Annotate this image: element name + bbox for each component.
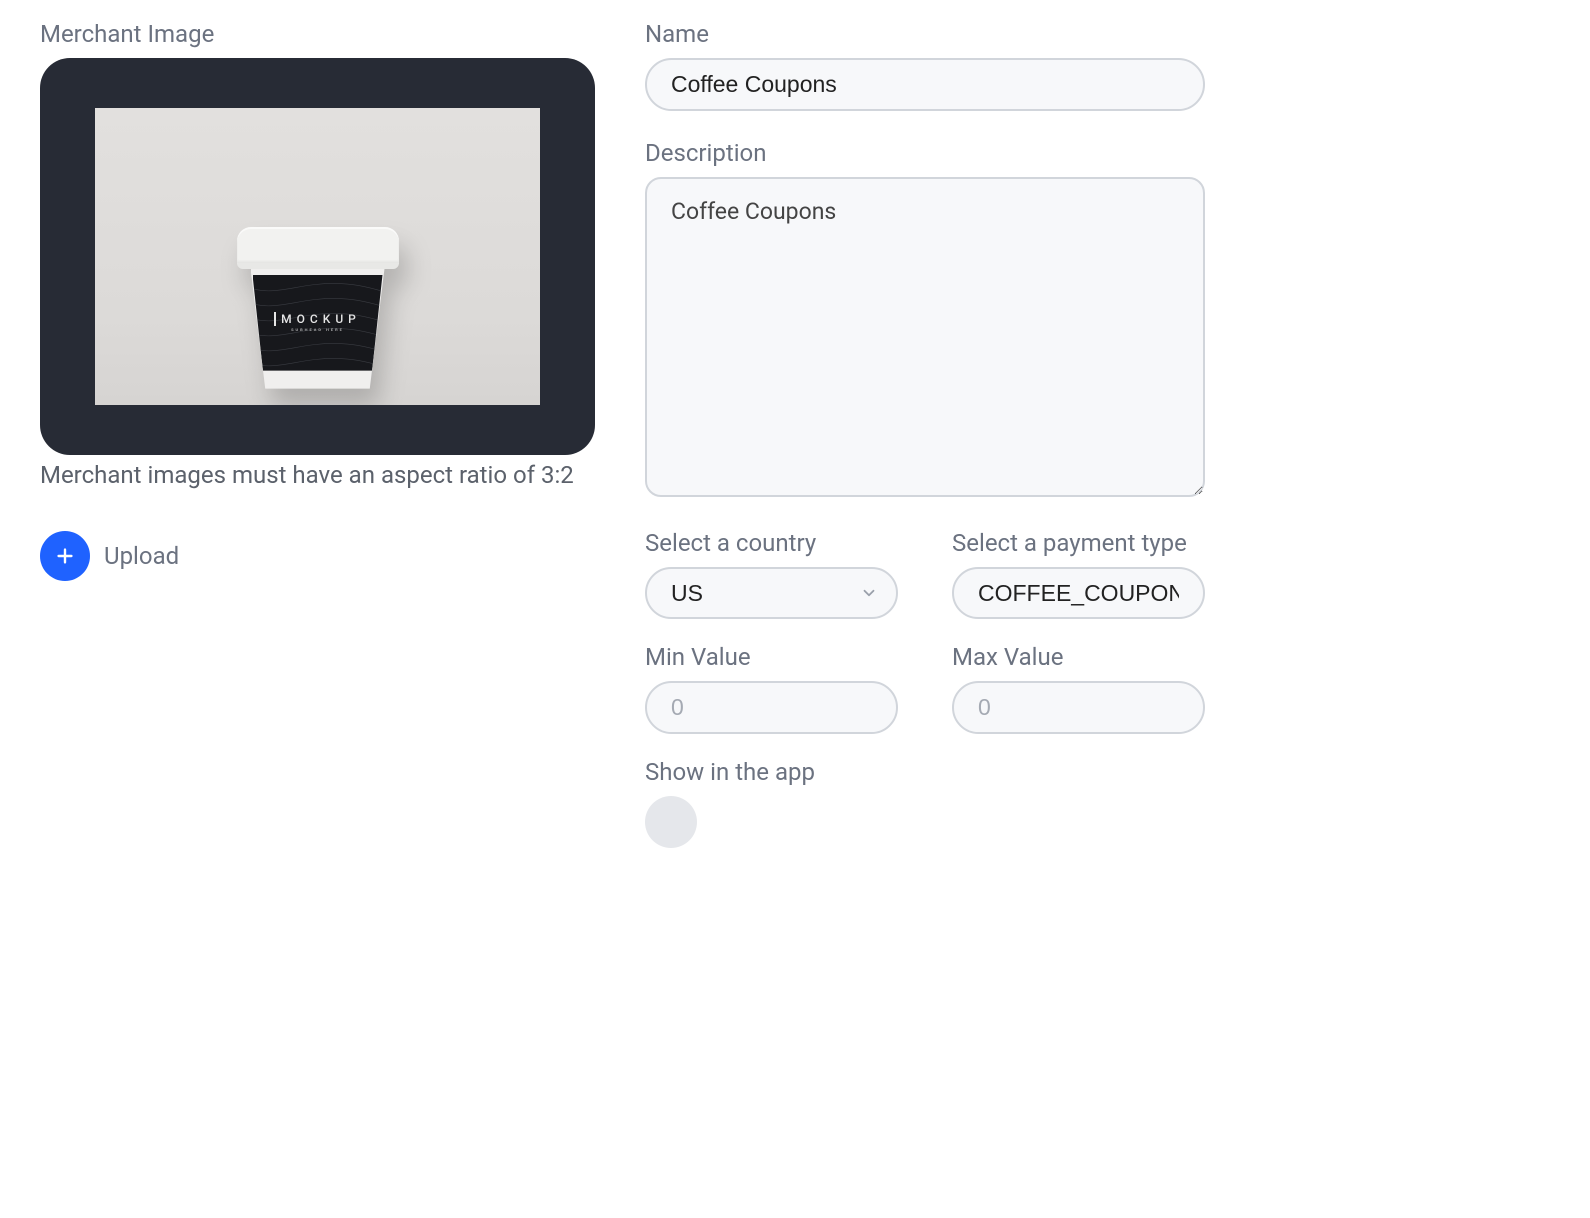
- mockup-text: MOCKUP: [274, 312, 361, 326]
- min-value-label: Min Value: [645, 643, 898, 671]
- show-in-app-label: Show in the app: [645, 758, 1205, 786]
- merchant-image-label: Merchant Image: [40, 20, 595, 48]
- mockup-subtext: SUBHEAD HERE: [274, 328, 361, 332]
- merchant-image-preview: MOCKUP SUBHEAD HERE: [95, 108, 540, 405]
- description-label: Description: [645, 139, 1205, 167]
- upload-label: Upload: [104, 542, 179, 570]
- max-value-input[interactable]: [952, 681, 1205, 734]
- description-textarea[interactable]: Coffee Coupons: [645, 177, 1205, 497]
- name-input[interactable]: [645, 58, 1205, 111]
- country-label: Select a country: [645, 529, 898, 557]
- merchant-image-preview-frame: MOCKUP SUBHEAD HERE: [40, 58, 595, 455]
- payment-type-label: Select a payment type: [952, 529, 1205, 557]
- country-select[interactable]: US: [645, 567, 898, 619]
- cup-mockup: MOCKUP SUBHEAD HERE: [243, 227, 393, 389]
- upload-button[interactable]: [40, 531, 90, 581]
- payment-type-select[interactable]: COFFEE_COUPON: [952, 567, 1205, 619]
- max-value-label: Max Value: [952, 643, 1205, 671]
- merchant-image-hint: Merchant images must have an aspect rati…: [40, 461, 595, 489]
- show-in-app-toggle[interactable]: [645, 796, 697, 848]
- name-label: Name: [645, 20, 1205, 48]
- plus-icon: [54, 545, 76, 567]
- min-value-input[interactable]: [645, 681, 898, 734]
